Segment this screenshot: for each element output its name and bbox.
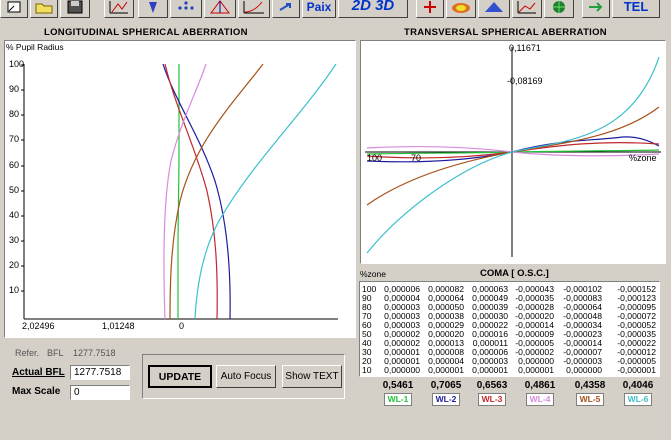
coma-zone-header: %zone	[360, 269, 386, 279]
wl-2-value: 0,7065	[430, 380, 462, 391]
spot-dots-icon[interactable]	[170, 0, 202, 18]
wl-6-cell: -0,000001	[617, 365, 656, 375]
y-tick: 100	[9, 59, 25, 69]
wl-1-value: 0,5461	[382, 380, 414, 391]
max-scale-label: Max Scale	[12, 386, 61, 397]
mode-2d3d-icon[interactable]: 2D 3D	[338, 0, 408, 18]
y-tick: 60	[9, 160, 20, 170]
y-tick: 80	[9, 109, 20, 119]
tel-icon[interactable]: TEL	[612, 0, 660, 18]
surface-3d-icon[interactable]	[478, 0, 510, 18]
actual-bfl-label: Actual BFL	[12, 367, 65, 378]
longitudinal-title: LONGITUDINAL SPHERICAL ABERRATION	[44, 27, 248, 38]
transversal-mid-value: -0,08169	[507, 76, 543, 86]
update-button[interactable]: UPDATE	[148, 365, 212, 388]
wl-5-cell: 0,000000	[566, 365, 602, 375]
wl-4-value: 0,4861	[524, 380, 556, 391]
y-tick: 40	[9, 210, 20, 220]
longitudinal-plot: % Pupil Radius 100 90 80 70 60 50 40 30 …	[4, 40, 356, 338]
chart-icon[interactable]	[512, 0, 542, 18]
folder-icon[interactable]	[30, 0, 58, 18]
wl-1-badge[interactable]: WL-1	[384, 393, 412, 406]
paix-label: Paix	[306, 0, 332, 14]
y-tick: 10	[9, 285, 20, 295]
mode-2d3d-label: 2D 3D	[351, 0, 395, 14]
target-icon[interactable]	[416, 0, 444, 18]
ray-fan-icon[interactable]	[204, 0, 236, 18]
auto-focus-button[interactable]: Auto Focus	[216, 365, 276, 388]
transversal-zone-label: %zone	[629, 153, 657, 163]
wl-2-cell: 0,000001	[428, 365, 464, 375]
actual-bfl-input[interactable]: 1277.7518	[70, 365, 130, 380]
bfl-label: BFL	[47, 348, 64, 358]
lens-icon[interactable]	[138, 0, 168, 18]
coma-table: 100 0,000006 0,000082 0,000063 -0,000043…	[359, 281, 660, 377]
arrow-tool-icon[interactable]	[582, 0, 610, 18]
x-tick: 2,02496	[22, 321, 55, 331]
zoom-icon[interactable]	[0, 0, 28, 18]
wl-6-value: 0,4046	[622, 380, 654, 391]
save-icon[interactable]	[60, 0, 90, 18]
y-tick: 90	[9, 84, 20, 94]
zone-cell: 10	[362, 365, 372, 375]
show-text-button[interactable]: Show TEXT	[282, 365, 342, 388]
wl-3-badge[interactable]: WL-3	[478, 393, 506, 406]
y-tick: 20	[9, 260, 20, 270]
y-tick: 70	[9, 134, 20, 144]
table-row: 10 0,000000 0,000001 0,000001 0,000001 0…	[360, 366, 660, 375]
coma-title: COMA [ O.S.C.]	[480, 268, 549, 279]
longitudinal-curve-wl-6	[194, 63, 337, 320]
wl-4-badge[interactable]: WL-4	[526, 393, 554, 406]
max-scale-input[interactable]: 0	[70, 385, 130, 400]
transversal-mid-axis-label: 70	[411, 153, 422, 163]
layout-plot-icon[interactable]	[104, 0, 134, 18]
y-tick: 30	[9, 235, 20, 245]
transversal-left-axis-label: 100	[367, 153, 383, 163]
wl-5-badge[interactable]: WL-5	[576, 393, 604, 406]
wl-3-cell: 0,000001	[472, 365, 508, 375]
heatmap-icon[interactable]	[446, 0, 476, 18]
transversal-chart-svg	[365, 47, 661, 257]
wl-1-cell: 0,000000	[384, 365, 420, 375]
wl-5-value: 0,4358	[574, 380, 606, 391]
longitudinal-chart-svg	[21, 63, 338, 320]
paix-icon[interactable]: Paix	[302, 0, 336, 18]
longitudinal-curve-wl-2	[162, 63, 231, 320]
x-tick: 1,01248	[102, 321, 135, 331]
x-tick: 0	[179, 321, 185, 331]
aberration-curve-icon[interactable]	[238, 0, 270, 18]
wl-2-badge[interactable]: WL-2	[432, 393, 460, 406]
bfl-value: 1277.7518	[73, 348, 116, 358]
toolbar: Paix 2D 3D TEL	[0, 0, 671, 20]
wl-3-value: 0,6563	[476, 380, 508, 391]
wl-4-cell: 0,000001	[518, 365, 554, 375]
tel-label: TEL	[623, 0, 649, 14]
wl-6-badge[interactable]: WL-6	[624, 393, 652, 406]
transversal-top-value: 0,11671	[509, 43, 541, 53]
transversal-plot: 0,11671 -0,08169 100 70 %zone	[360, 40, 666, 264]
transversal-title: TRANSVERSAL SPHERICAL ABERRATION	[404, 27, 607, 38]
sphere-icon[interactable]	[544, 0, 574, 18]
refer-label: Refer.	[15, 348, 40, 358]
tool-arrow-icon[interactable]	[272, 0, 300, 18]
y-tick: 50	[9, 185, 20, 195]
